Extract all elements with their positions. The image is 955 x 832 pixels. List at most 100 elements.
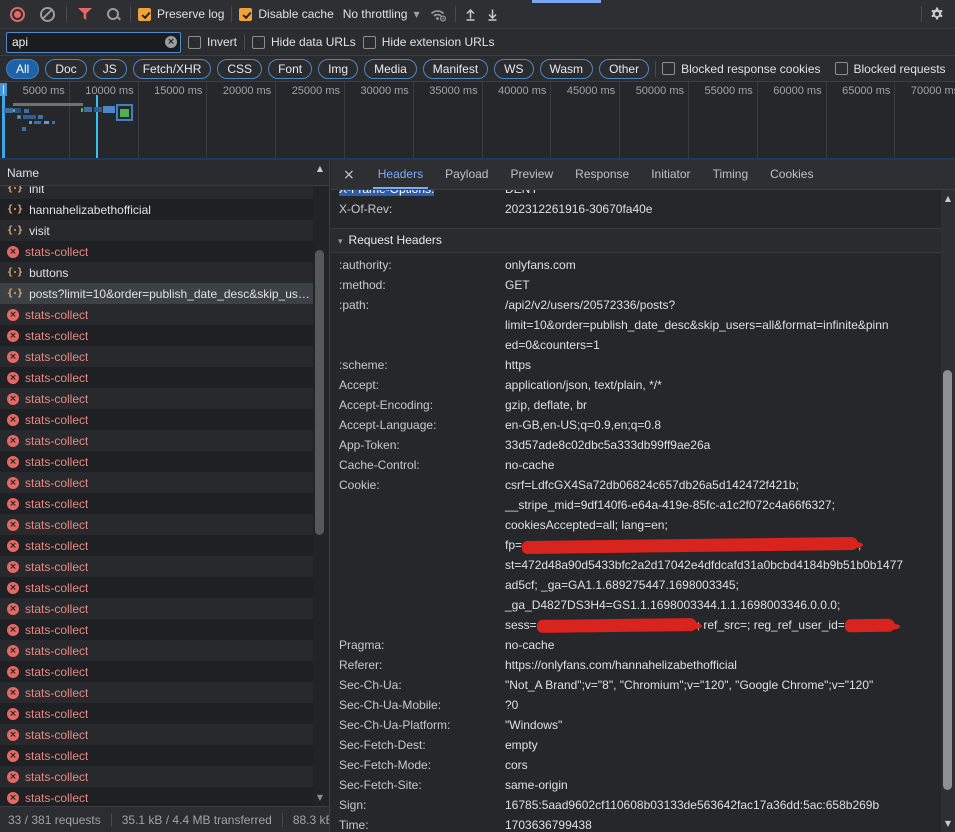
filter-chip-js[interactable]: JS — [93, 59, 127, 79]
record-button[interactable] — [6, 5, 29, 24]
request-list-scrollbar[interactable]: ▲ ▼ — [313, 160, 327, 806]
request-error-icon: × — [7, 750, 19, 762]
scrollbar-thumb[interactable] — [943, 370, 952, 790]
request-row[interactable]: {}buttons — [0, 262, 313, 283]
network-filter-input[interactable] — [6, 32, 181, 53]
filter-chip-media[interactable]: Media — [364, 59, 417, 79]
clear-filter-icon[interactable]: × — [165, 36, 177, 48]
filter-chip-all[interactable]: All — [6, 59, 39, 79]
tab-initiator[interactable]: Initiator — [640, 160, 701, 189]
tab-preview[interactable]: Preview — [499, 160, 564, 189]
header-value: 1703636799438 — [505, 815, 941, 832]
import-har-icon[interactable] — [463, 7, 478, 22]
tab-headers[interactable]: Headers — [367, 160, 434, 189]
request-row[interactable]: ×stats-collect — [0, 787, 313, 806]
tab-response[interactable]: Response — [564, 160, 640, 189]
filter-chip-doc[interactable]: Doc — [45, 59, 86, 79]
filter-chip-img[interactable]: Img — [318, 59, 358, 79]
checkbox-label: Blocked requests — [854, 62, 946, 76]
filter-chip-fetch-xhr[interactable]: Fetch/XHR — [133, 59, 212, 79]
tab-payload[interactable]: Payload — [434, 160, 499, 189]
filter-toggle-button[interactable] — [74, 6, 96, 22]
header-row: Sec-Ch-Ua:"Not_A Brand";v="8", "Chromium… — [331, 675, 941, 695]
request-row[interactable]: ×stats-collect — [0, 682, 313, 703]
scrollbar-thumb[interactable] — [315, 250, 324, 535]
header-row: :path:/api2/v2/users/20572336/posts? lim… — [331, 295, 941, 355]
scroll-down-icon[interactable]: ▼ — [941, 819, 955, 828]
header-value: ?0 — [505, 695, 941, 715]
scroll-up-icon[interactable]: ▲ — [941, 194, 955, 203]
request-row[interactable]: ×stats-collect — [0, 724, 313, 745]
timeline-overview[interactable]: 5000 ms10000 ms15000 ms20000 ms25000 ms3… — [0, 82, 955, 160]
request-row[interactable]: ×stats-collect — [0, 367, 313, 388]
header-row: :authority:onlyfans.com — [331, 255, 941, 275]
search-button[interactable] — [103, 6, 123, 22]
request-row[interactable]: ×stats-collect — [0, 556, 313, 577]
close-panel-button[interactable]: × — [331, 160, 367, 190]
request-row[interactable]: {}posts?limit=10&order=publish_date_desc… — [0, 283, 313, 304]
request-row[interactable]: ×stats-collect — [0, 493, 313, 514]
request-row[interactable]: ×stats-collect — [0, 388, 313, 409]
request-row[interactable]: ×stats-collect — [0, 661, 313, 682]
request-name: stats-collect — [25, 518, 88, 532]
redaction-scribble — [845, 619, 895, 633]
timeline-tick-label: 15000 ms — [136, 85, 202, 97]
request-row[interactable]: ×stats-collect — [0, 535, 313, 556]
request-row[interactable]: ×stats-collect — [0, 346, 313, 367]
request-row[interactable]: ×stats-collect — [0, 619, 313, 640]
scroll-down-icon[interactable]: ▼ — [313, 793, 327, 802]
preserve-log-checkbox[interactable]: Preserve log — [138, 7, 224, 21]
scroll-up-icon[interactable]: ▲ — [313, 164, 327, 173]
timeline-tick-label: 5000 ms — [0, 85, 65, 97]
tab-cookies[interactable]: Cookies — [759, 160, 824, 189]
section-header-request-headers[interactable]: ▾Request Headers — [331, 228, 941, 253]
request-row[interactable]: {}hannahelizabethofficial — [0, 199, 313, 220]
request-row[interactable]: ×stats-collect — [0, 430, 313, 451]
request-error-icon: × — [7, 498, 19, 510]
request-row[interactable]: ×stats-collect — [0, 409, 313, 430]
request-row[interactable]: ×stats-collect — [0, 514, 313, 535]
request-row[interactable]: ×stats-collect — [0, 472, 313, 493]
request-row[interactable]: ×stats-collect — [0, 766, 313, 787]
invert-checkbox[interactable]: Invert — [188, 35, 237, 49]
request-name: stats-collect — [25, 329, 88, 343]
disable-cache-checkbox[interactable]: Disable cache — [239, 7, 333, 21]
header-name: Accept: — [339, 375, 505, 395]
name-column-header[interactable]: Name — [0, 160, 329, 186]
waterfall-bar — [94, 107, 102, 112]
checkbox-blocked-requests[interactable]: Blocked requests — [835, 62, 946, 76]
clear-button[interactable] — [36, 5, 59, 24]
filter-chip-other[interactable]: Other — [599, 59, 649, 79]
headers-content: X-Frame-Options:DENYX-Of-Rev:20231226191… — [331, 190, 941, 832]
headers-scrollbar[interactable]: ▲ ▼ — [941, 190, 955, 832]
request-row[interactable]: ×stats-collect — [0, 304, 313, 325]
waterfall-bar — [34, 121, 41, 124]
request-row[interactable]: ×stats-collect — [0, 640, 313, 661]
filter-chip-manifest[interactable]: Manifest — [423, 59, 488, 79]
export-har-icon[interactable] — [485, 7, 500, 22]
hide-extension-urls-checkbox[interactable]: Hide extension URLs — [363, 35, 495, 49]
request-name: stats-collect — [25, 728, 88, 742]
request-row[interactable]: ×stats-collect — [0, 577, 313, 598]
tab-timing[interactable]: Timing — [702, 160, 760, 189]
header-name: Accept-Language: — [339, 415, 505, 435]
filter-chip-css[interactable]: CSS — [217, 59, 262, 79]
request-row[interactable]: {}init — [0, 186, 313, 199]
filter-chip-wasm[interactable]: Wasm — [540, 59, 594, 79]
request-row[interactable]: {}visit — [0, 220, 313, 241]
network-conditions-icon[interactable] — [429, 7, 448, 22]
hide-data-urls-checkbox[interactable]: Hide data URLs — [252, 35, 356, 49]
request-row[interactable]: ×stats-collect — [0, 598, 313, 619]
settings-gear-icon[interactable] — [929, 6, 949, 22]
filter-chip-ws[interactable]: WS — [494, 59, 533, 79]
throttling-select[interactable]: No throttling ▼ — [341, 7, 422, 21]
request-row[interactable]: ×stats-collect — [0, 241, 313, 262]
header-row: X-Frame-Options:DENY — [331, 190, 941, 199]
waterfall-bar — [96, 95, 98, 158]
request-row[interactable]: ×stats-collect — [0, 451, 313, 472]
request-row[interactable]: ×stats-collect — [0, 703, 313, 724]
filter-chip-font[interactable]: Font — [268, 59, 312, 79]
request-row[interactable]: ×stats-collect — [0, 745, 313, 766]
checkbox-blocked-response-cookies[interactable]: Blocked response cookies — [662, 62, 820, 76]
request-row[interactable]: ×stats-collect — [0, 325, 313, 346]
